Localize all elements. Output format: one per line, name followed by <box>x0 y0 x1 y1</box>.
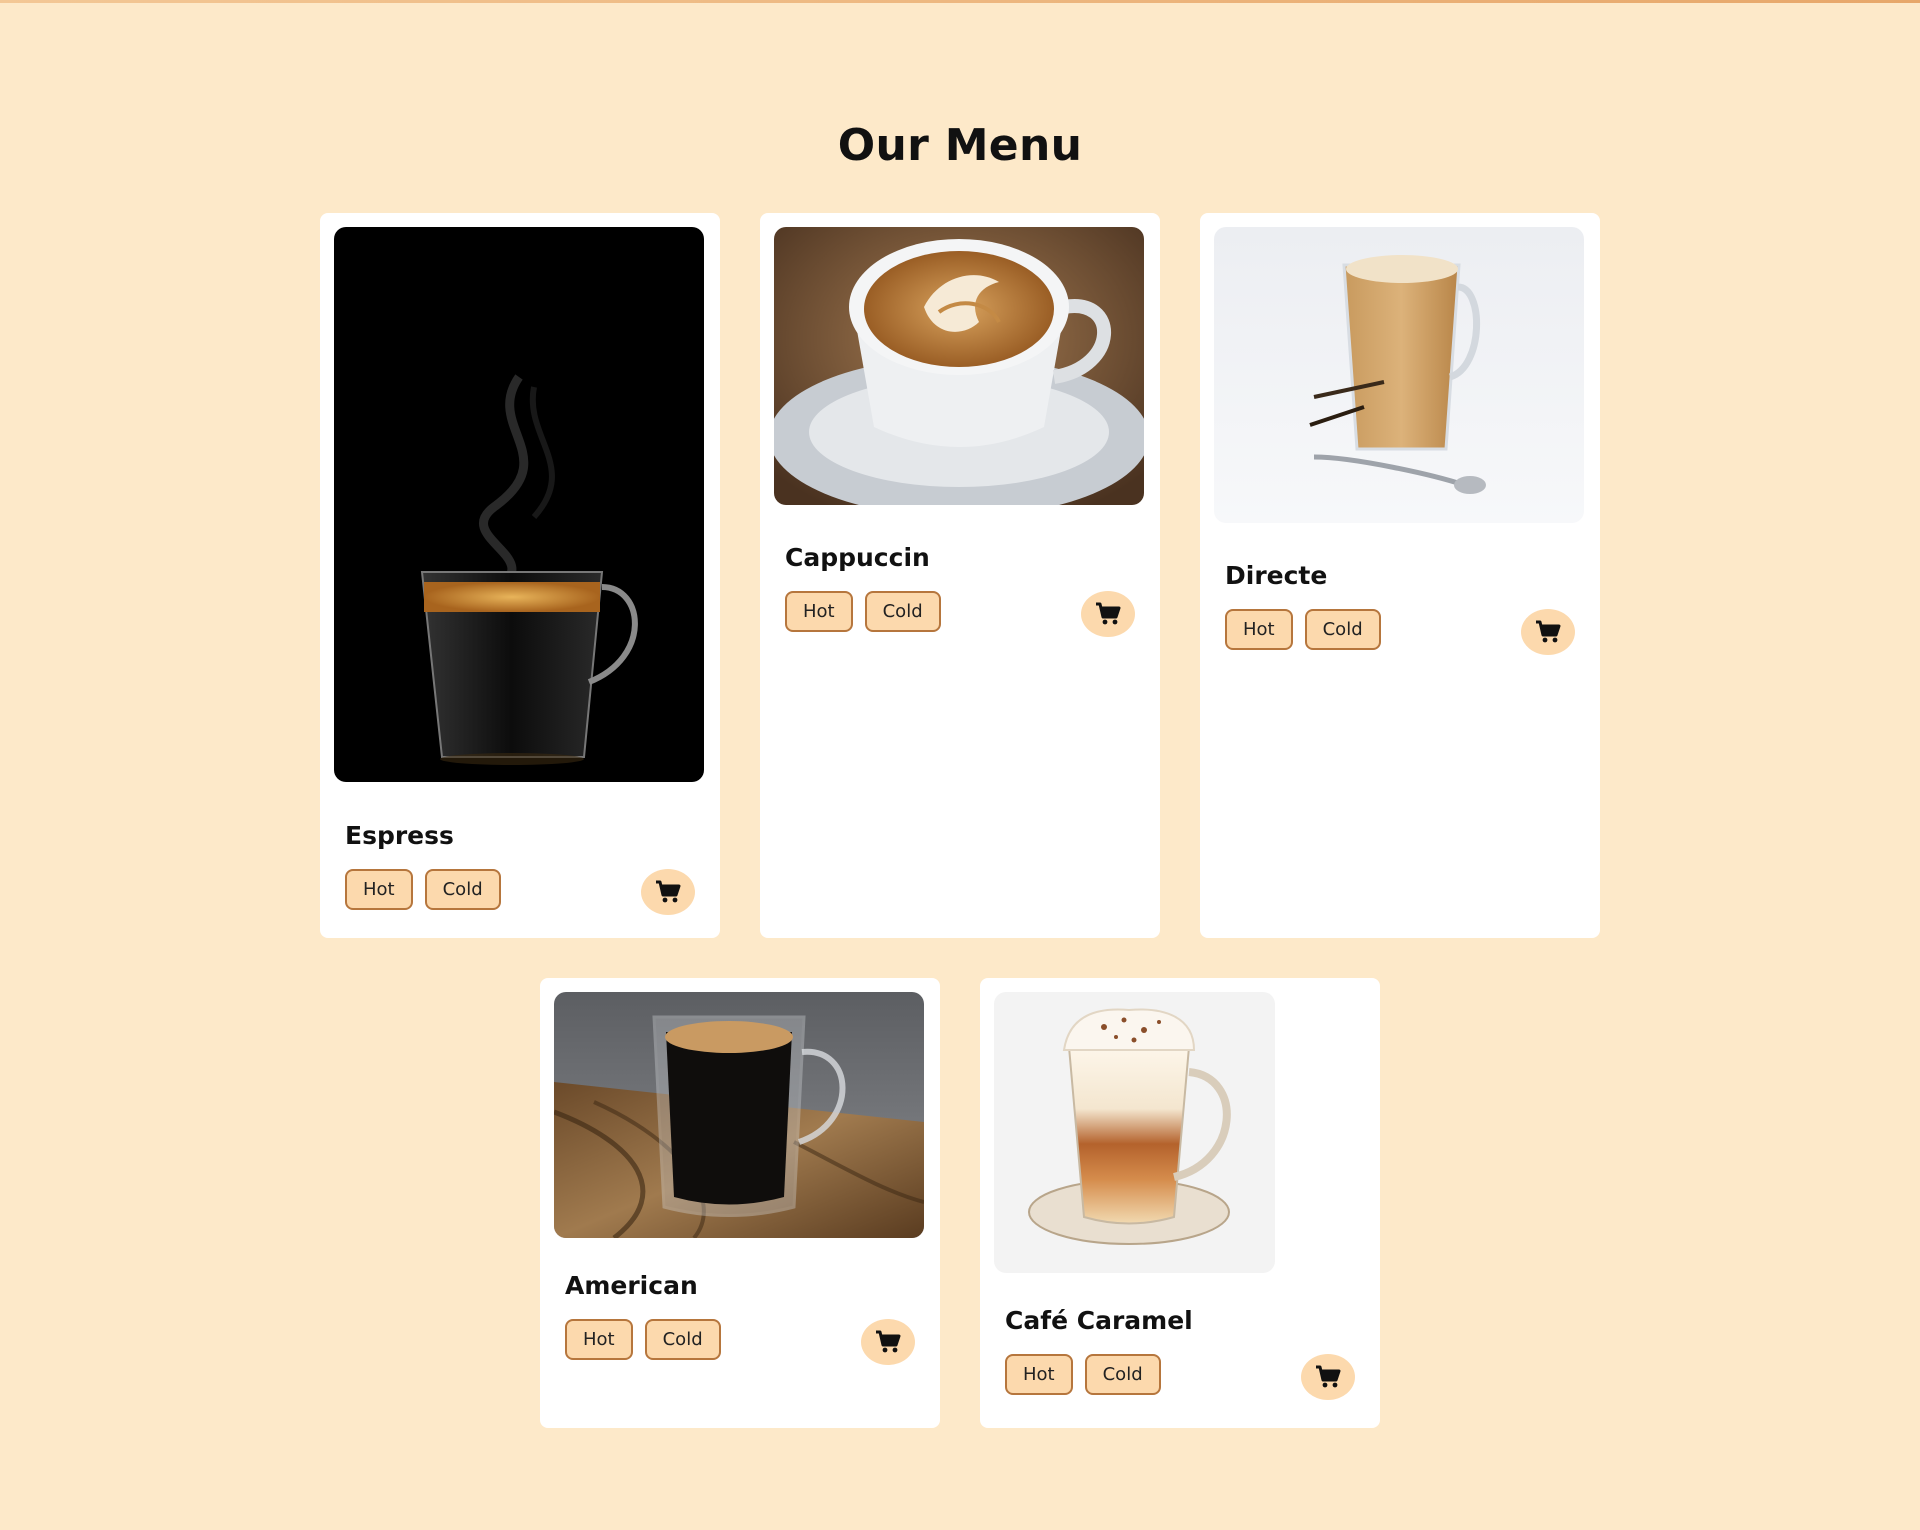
cold-option-button[interactable]: Cold <box>424 869 501 910</box>
espresso-glass-cup-image <box>334 227 704 782</box>
temperature-options: Hot Cold <box>565 1319 721 1360</box>
hot-option-button[interactable]: Hot <box>565 1319 633 1360</box>
menu-card: Café Caramel Hot Cold <box>980 978 1380 1428</box>
product-image <box>774 227 1144 505</box>
menu-card: American Hot Cold <box>540 978 940 1428</box>
add-to-cart-button[interactable] <box>1521 609 1575 655</box>
cold-option-button[interactable]: Cold <box>1304 609 1381 650</box>
hot-option-button[interactable]: Hot <box>785 591 853 632</box>
menu-card: Directe Hot Cold <box>1200 213 1600 938</box>
latte-art-cup-image <box>774 227 1144 505</box>
temperature-options: Hot Cold <box>345 869 501 910</box>
latte-tall-glass-image <box>1214 227 1584 523</box>
cart-icon <box>1316 1365 1341 1388</box>
temperature-options: Hot Cold <box>785 591 941 632</box>
cart-icon <box>1536 620 1561 643</box>
product-name: Cappuccin <box>785 543 930 572</box>
hot-option-button[interactable]: Hot <box>1005 1354 1073 1395</box>
add-to-cart-button[interactable] <box>861 1319 915 1365</box>
cold-option-button[interactable]: Cold <box>644 1319 721 1360</box>
product-name: American <box>565 1271 698 1300</box>
add-to-cart-button[interactable] <box>1081 591 1135 637</box>
hot-option-button[interactable]: Hot <box>1225 609 1293 650</box>
hot-option-button[interactable]: Hot <box>345 869 413 910</box>
temperature-options: Hot Cold <box>1225 609 1381 650</box>
cart-icon <box>1096 602 1121 625</box>
product-image <box>334 227 704 782</box>
product-name: Café Caramel <box>1005 1306 1193 1335</box>
product-image <box>1214 227 1584 523</box>
americano-glass-mug-image <box>554 992 924 1238</box>
menu-card: Cappuccin Hot Cold <box>760 213 1160 938</box>
product-image <box>994 992 1275 1273</box>
add-to-cart-button[interactable] <box>641 869 695 915</box>
temperature-options: Hot Cold <box>1005 1354 1161 1395</box>
cart-icon <box>876 1330 901 1353</box>
page-title: Our Menu <box>837 120 1083 171</box>
product-name: Espress <box>345 821 454 850</box>
caramel-coffee-illustration-image <box>994 992 1275 1273</box>
top-accent-line <box>0 0 1920 3</box>
cart-icon <box>656 880 681 903</box>
product-image <box>554 992 924 1238</box>
cold-option-button[interactable]: Cold <box>1084 1354 1161 1395</box>
add-to-cart-button[interactable] <box>1301 1354 1355 1400</box>
product-name: Directe <box>1225 561 1328 590</box>
menu-card: Espress Hot Cold <box>320 213 720 938</box>
cold-option-button[interactable]: Cold <box>864 591 941 632</box>
